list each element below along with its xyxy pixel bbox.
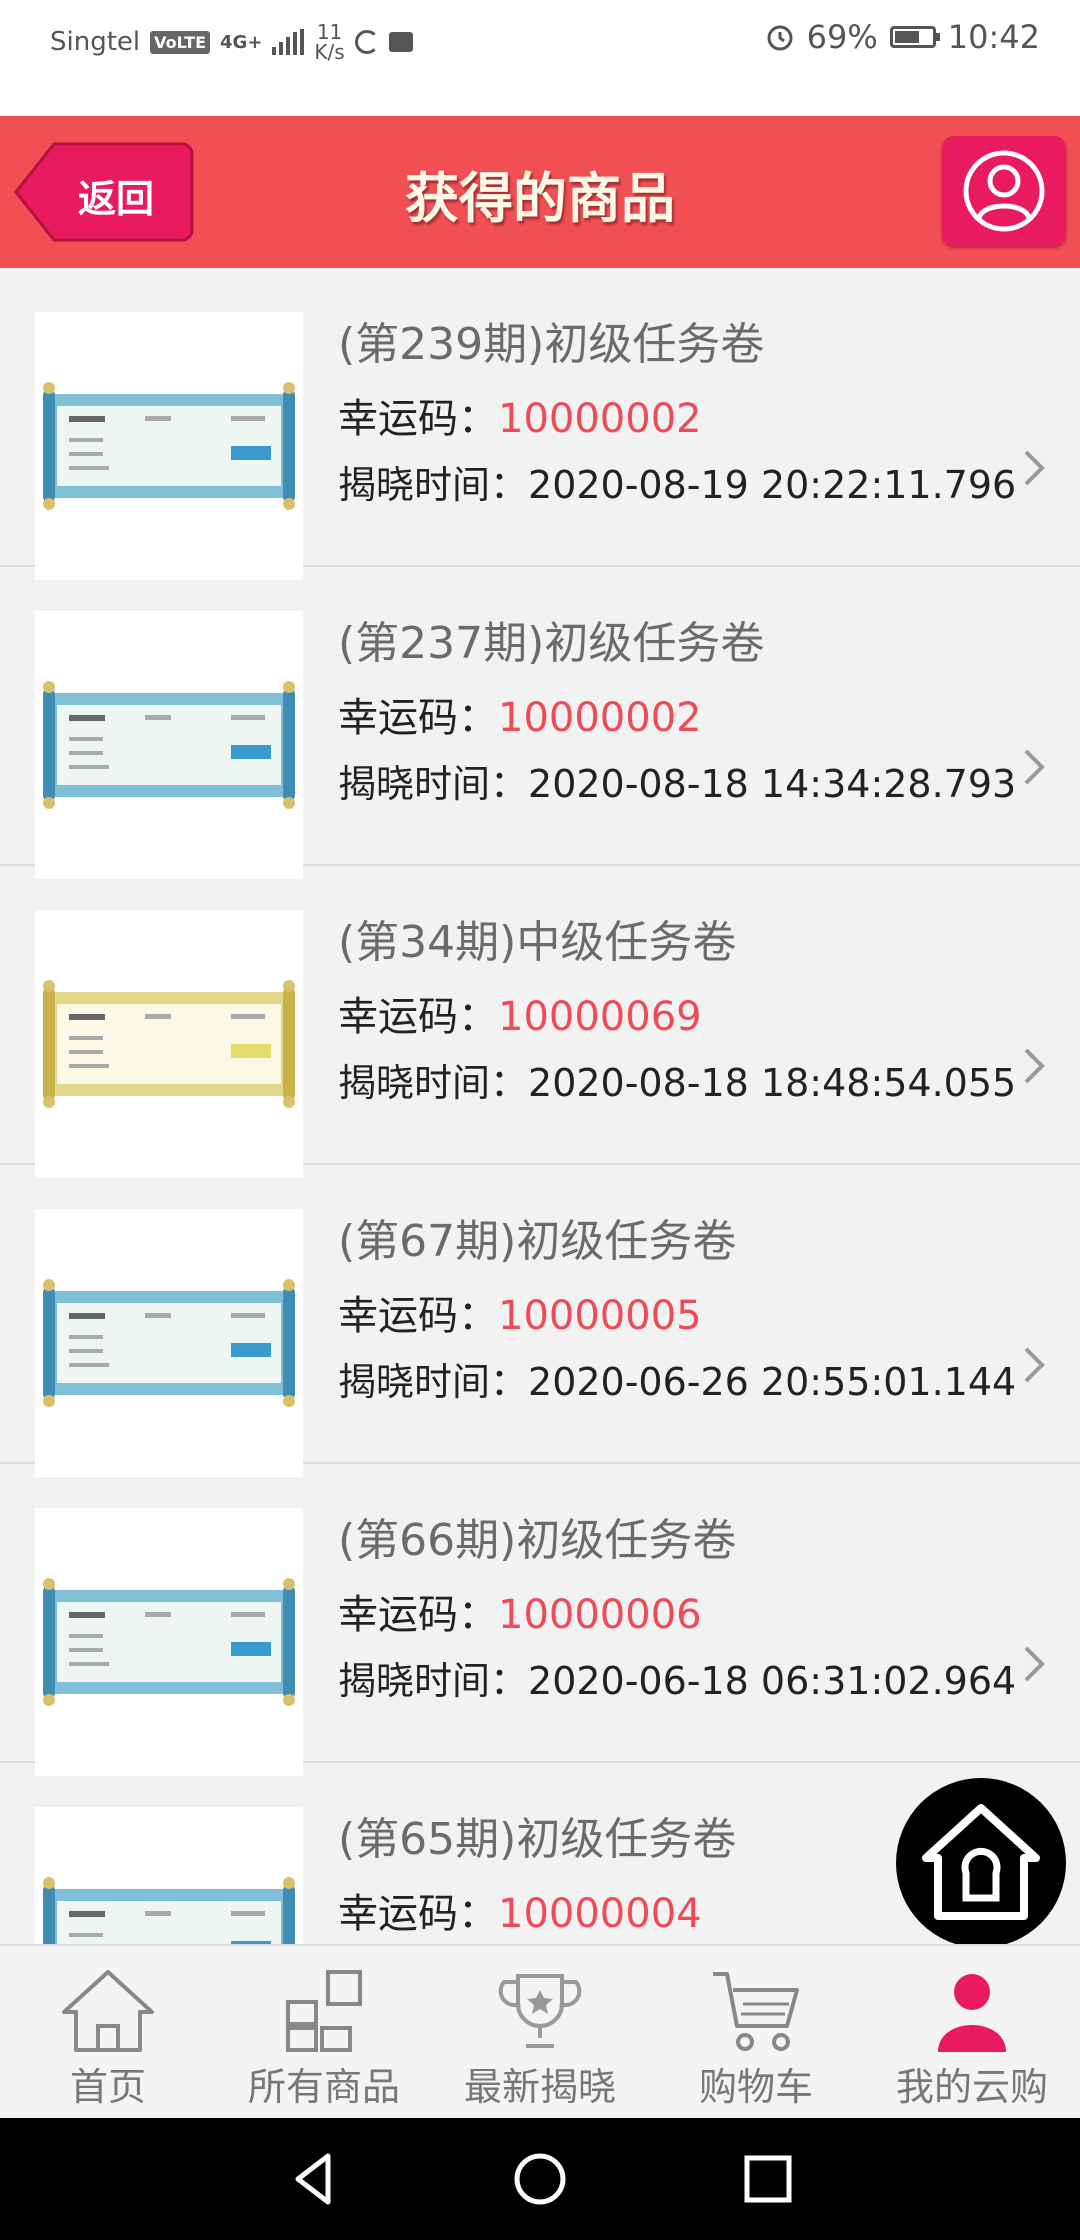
battery-icon: [889, 26, 940, 48]
list-item[interactable]: (第34期)中级任务卷 幸运码：10000069 揭晓时间：2020-08-18…: [0, 866, 1080, 1178]
lucky-code: 幸运码：10000002: [338, 396, 702, 442]
product-thumbnail: [35, 1508, 303, 1776]
tab-label: 购物车: [698, 2065, 813, 2109]
list-item[interactable]: (第66期)初级任务卷 幸运码：10000006 揭晓时间：2020-06-18…: [0, 1464, 1080, 1776]
list-item[interactable]: (第67期)初级任务卷 幸运码：10000005 揭晓时间：2020-06-26…: [0, 1165, 1080, 1477]
sync-icon: [354, 30, 379, 54]
grid-icon: [286, 1970, 362, 2052]
reveal-time: 揭晓时间：2020-06-26 20:55:01.144: [338, 1360, 1017, 1404]
lucky-code: 幸运码：10000005: [338, 1293, 702, 1339]
user-circle-icon: [963, 150, 1045, 232]
carrier-label: Singtel: [50, 27, 141, 57]
product-thumbnail: [35, 1807, 303, 1944]
chevron-right-icon: [1024, 1048, 1045, 1084]
lucky-code: 幸运码：10000002: [338, 695, 702, 741]
product-thumbnail: [35, 910, 303, 1178]
reveal-time: 揭晓时间：2020-08-18 18:48:54.055: [338, 1061, 1017, 1105]
trophy-icon: [498, 1974, 582, 2048]
tab-label: 我的云购: [895, 2065, 1048, 2109]
chevron-right-icon: [1024, 1646, 1045, 1682]
tab-all-products[interactable]: 所有商品: [216, 1946, 432, 2118]
user-profile-button[interactable]: [942, 136, 1066, 246]
product-title: (第239期)初级任务卷: [338, 319, 765, 370]
status-bar: Singtel VoLTE 4G+ 11 K/s 69% 10:42: [0, 0, 1080, 116]
page-title: 获得的商品: [405, 167, 675, 230]
product-thumbnail: [35, 611, 303, 879]
chevron-right-icon: [1024, 450, 1045, 486]
message-icon: [388, 32, 413, 52]
cart-icon: [713, 1972, 799, 2051]
product-title: (第65期)初级任务卷: [338, 1814, 737, 1865]
lucky-code: 幸运码：10000004: [338, 1891, 702, 1937]
app-header: 返回 获得的商品: [0, 116, 1080, 268]
person-icon: [938, 1974, 1006, 2052]
floating-home-button[interactable]: [896, 1778, 1066, 1948]
volte-badge: VoLTE: [150, 30, 211, 54]
nav-home-icon[interactable]: [510, 2118, 570, 2240]
reveal-time: 揭晓时间：2020-06-18 06:31:02.964: [338, 1659, 1017, 1703]
tab-my-account[interactable]: 我的云购: [864, 1946, 1080, 2118]
clock: 10:42: [947, 18, 1040, 56]
chevron-right-icon: [1024, 1347, 1045, 1383]
alarm-icon: [767, 25, 793, 51]
nav-back-icon[interactable]: [284, 2118, 344, 2240]
lucky-code: 幸运码：10000069: [338, 994, 702, 1040]
home-icon: [922, 1804, 1040, 1920]
nav-recents-icon[interactable]: [738, 2118, 798, 2240]
network-type: 4G+: [220, 31, 263, 53]
tab-latest-reveal[interactable]: 最新揭晓: [432, 1946, 648, 2118]
system-nav-bar: [0, 2118, 1080, 2240]
tab-cart[interactable]: 购物车: [648, 1946, 864, 2118]
product-thumbnail: [35, 1209, 303, 1477]
home-icon: [62, 1970, 154, 2052]
tab-label: 所有商品: [247, 2065, 400, 2109]
chevron-right-icon: [1024, 749, 1045, 785]
tab-label: 最新揭晓: [463, 2065, 616, 2109]
product-list: (第239期)初级任务卷 幸运码：10000002 揭晓时间：2020-08-1…: [0, 268, 1080, 1944]
reveal-time: 揭晓时间：2020-08-19 20:22:11.796: [338, 463, 1017, 507]
list-item[interactable]: (第239期)初级任务卷 幸运码：10000002 揭晓时间：2020-08-1…: [0, 268, 1080, 580]
reveal-time: 揭晓时间：2020-08-18 14:34:28.793: [338, 762, 1017, 806]
battery-percent: 69%: [806, 18, 878, 56]
tab-home[interactable]: 首页: [0, 1946, 216, 2118]
lucky-code: 幸运码：10000006: [338, 1592, 702, 1638]
network-speed: 11 K/s: [314, 20, 345, 64]
product-title: (第34期)中级任务卷: [338, 917, 737, 968]
product-title: (第66期)初级任务卷: [338, 1515, 737, 1566]
product-title: (第67期)初级任务卷: [338, 1216, 737, 1267]
signal-icon: [272, 29, 305, 55]
product-title: (第237期)初级任务卷: [338, 618, 765, 669]
list-item[interactable]: (第237期)初级任务卷 幸运码：10000002 揭晓时间：2020-08-1…: [0, 567, 1080, 879]
product-thumbnail: [35, 312, 303, 580]
bottom-tab-bar: 首页 所有商品 最新揭晓 购物车 我的云购: [0, 1944, 1080, 2118]
tab-label: 首页: [69, 2065, 146, 2109]
